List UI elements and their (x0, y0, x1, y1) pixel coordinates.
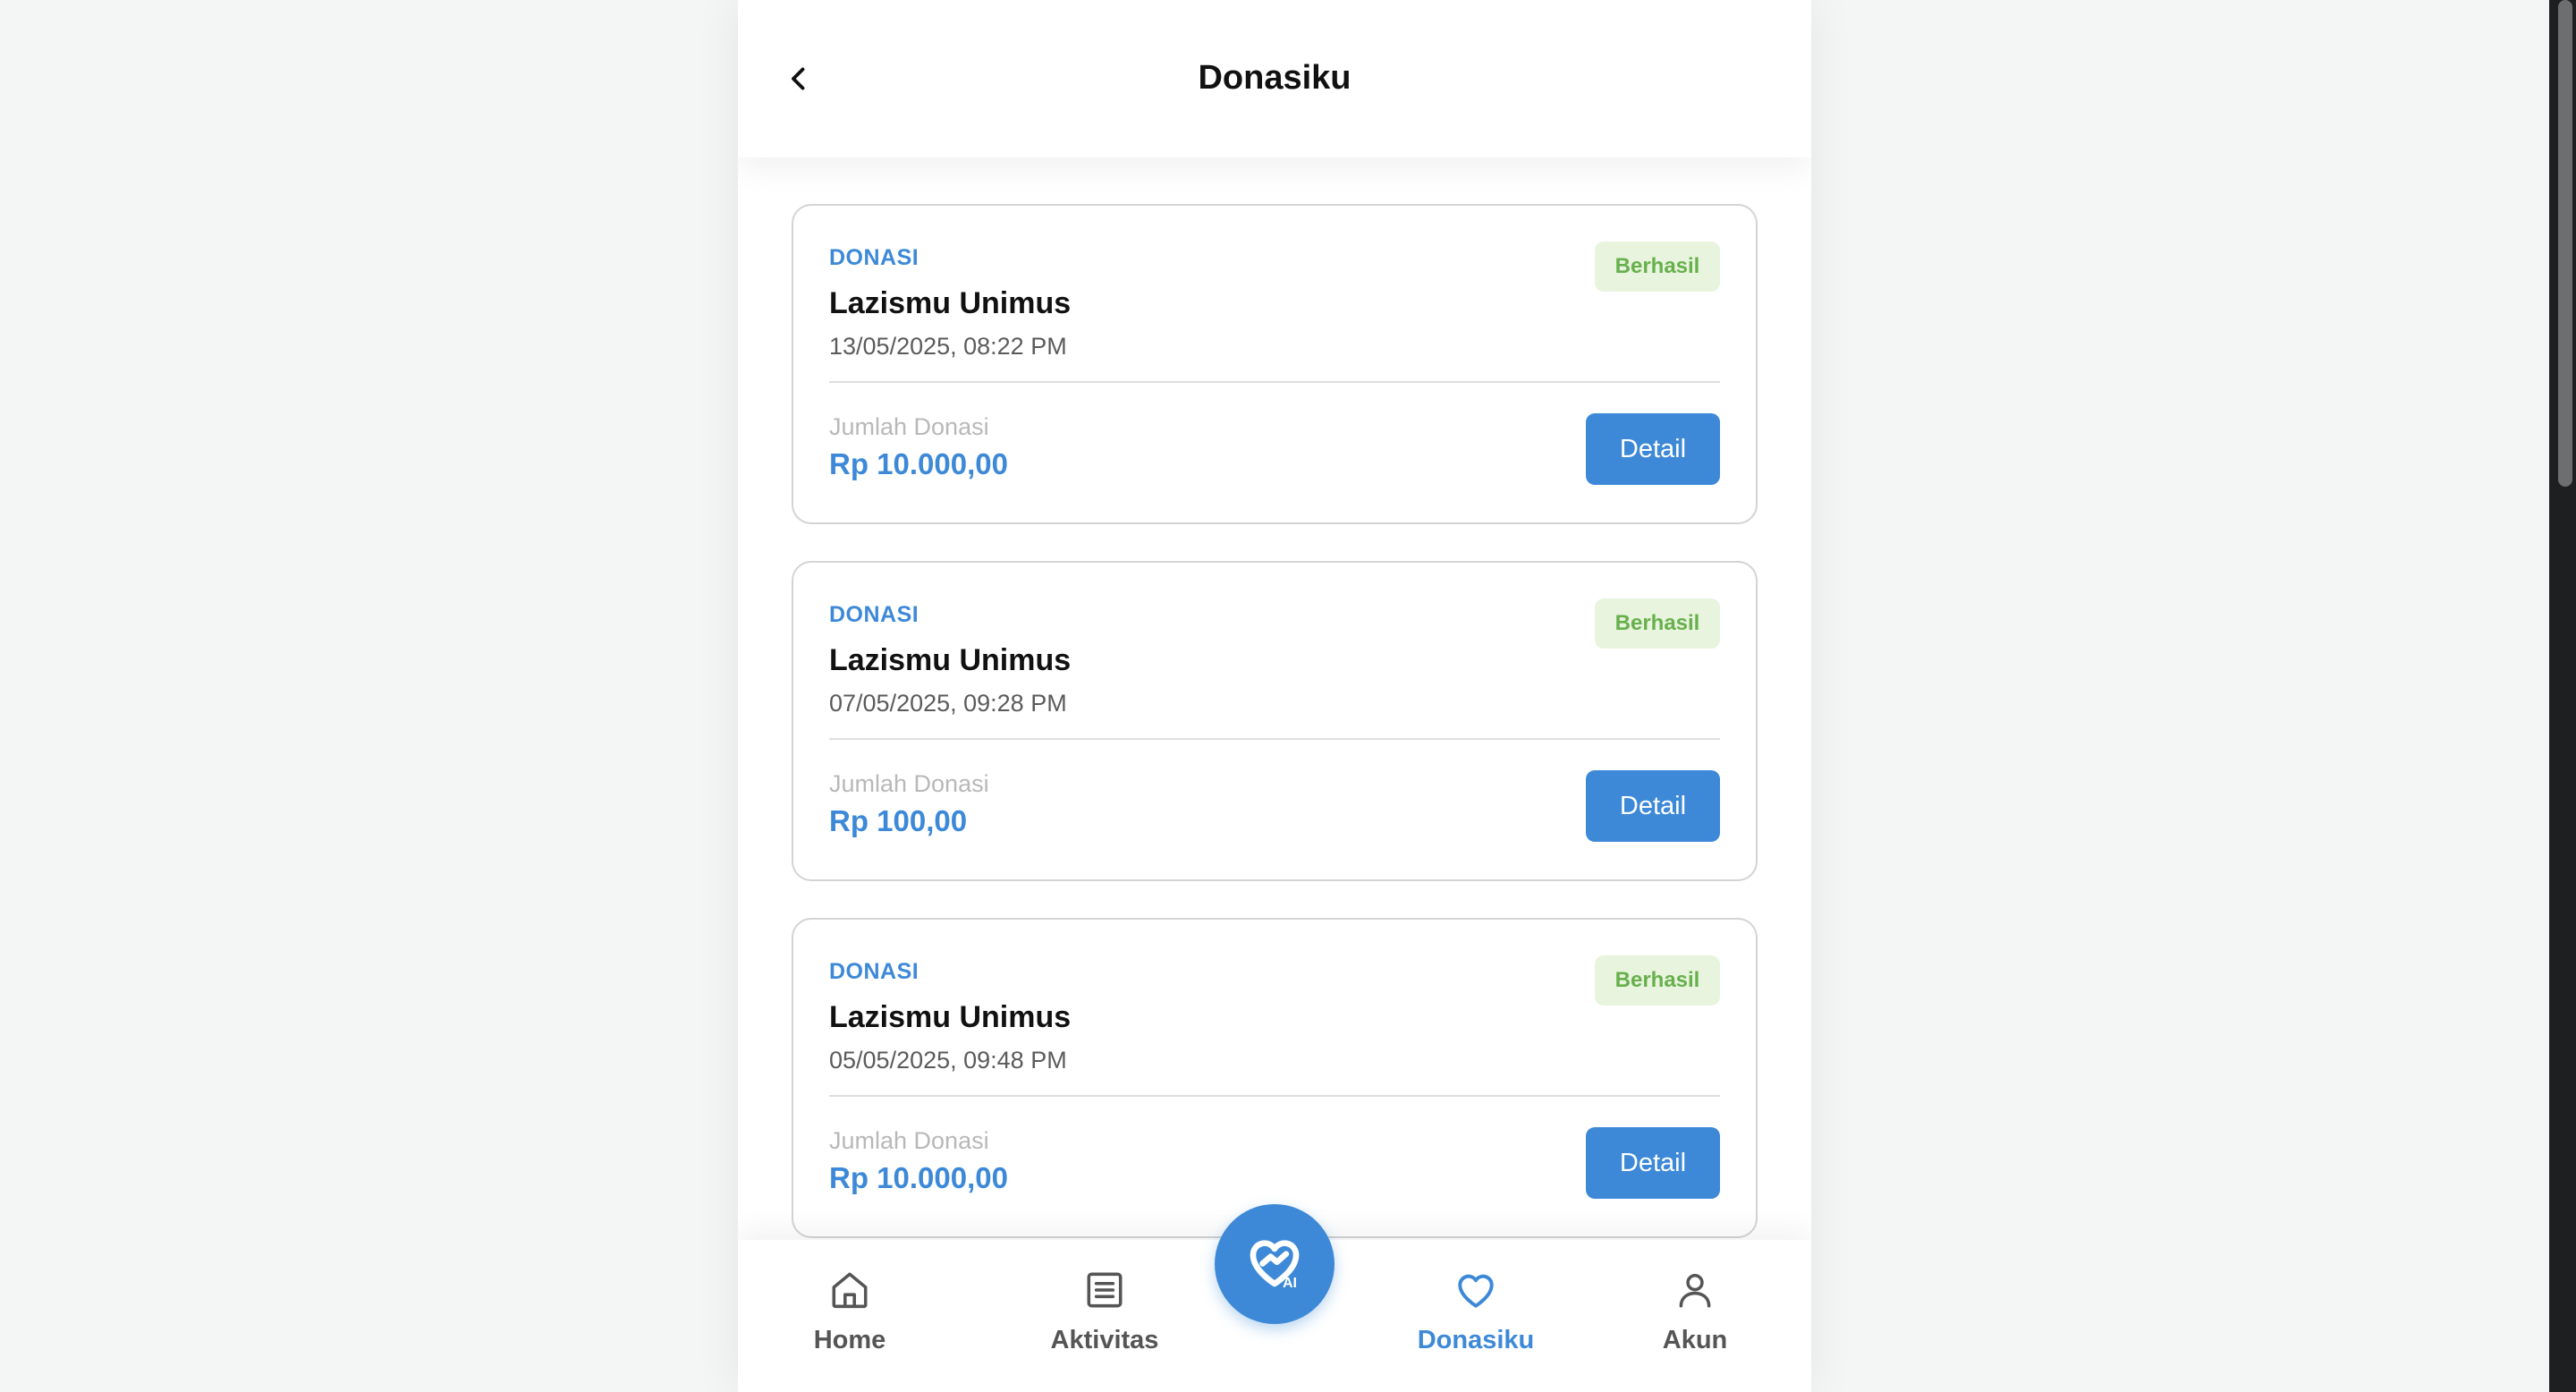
card-category: DONASI (829, 245, 919, 270)
browser-viewport: Donasiku DONASI Berhasil Lazismu Unimus … (0, 0, 2576, 1392)
page-title: Donasiku (1198, 59, 1352, 97)
card-divider (829, 1095, 1720, 1097)
nav-item-akun[interactable]: Akun (1641, 1240, 1749, 1392)
card-category: DONASI (829, 959, 919, 984)
amount-value: Rp 100,00 (829, 804, 968, 837)
nav-label: Donasiku (1417, 1326, 1535, 1354)
nav-item-home[interactable]: Home (792, 1240, 908, 1392)
nav-label: Home (813, 1326, 886, 1354)
detail-button[interactable]: Detail (1586, 1127, 1720, 1199)
donation-recipient: Lazismu Unimus (829, 643, 1072, 677)
nav-label: Akun (1662, 1326, 1728, 1354)
amount-label: Jumlah Donasi (829, 770, 989, 797)
amount-value: Rp 10.000,00 (829, 1161, 1008, 1194)
ai-label: AI (1283, 1276, 1297, 1291)
donation-card: DONASI Berhasil Lazismu Unimus 13/05/202… (792, 204, 1758, 524)
heart-handshake-ai-icon (1242, 1230, 1307, 1299)
status-badge: Berhasil (1595, 598, 1720, 649)
amount-value: Rp 10.000,00 (829, 447, 1008, 480)
app-screen: Donasiku DONASI Berhasil Lazismu Unimus … (738, 0, 1811, 1392)
nav-label: Aktivitas (1050, 1326, 1159, 1354)
nav-item-donasiku[interactable]: Donasiku (1391, 1240, 1561, 1392)
donation-card: DONASI Berhasil Lazismu Unimus 07/05/202… (792, 561, 1758, 881)
user-icon (1673, 1263, 1717, 1317)
home-icon (827, 1263, 872, 1317)
detail-button[interactable]: Detail (1586, 770, 1720, 842)
page-scrollbar[interactable] (2549, 0, 2576, 1392)
list-icon (1082, 1263, 1127, 1317)
donation-date: 07/05/2025, 09:28 PM (829, 690, 1067, 717)
amount-label: Jumlah Donasi (829, 413, 989, 440)
donation-card: DONASI Berhasil Lazismu Unimus 05/05/202… (792, 918, 1758, 1238)
status-badge: Berhasil (1595, 955, 1720, 1006)
app-header: Donasiku (738, 0, 1811, 157)
donation-date: 13/05/2025, 08:22 PM (829, 333, 1067, 360)
detail-button[interactable]: Detail (1586, 413, 1720, 485)
donation-recipient: Lazismu Unimus (829, 1000, 1072, 1034)
status-badge: Berhasil (1595, 242, 1720, 292)
scrollbar-thumb[interactable] (2558, 0, 2572, 487)
card-divider (829, 381, 1720, 383)
card-divider (829, 738, 1720, 740)
donation-recipient: Lazismu Unimus (829, 286, 1072, 320)
ai-assistant-button[interactable]: AI (1215, 1204, 1335, 1324)
nav-item-aktivitas[interactable]: Aktivitas (1024, 1240, 1185, 1392)
card-category: DONASI (829, 602, 919, 627)
donation-date: 05/05/2025, 09:48 PM (829, 1047, 1067, 1074)
amount-label: Jumlah Donasi (829, 1127, 989, 1154)
heart-icon (1453, 1263, 1498, 1317)
